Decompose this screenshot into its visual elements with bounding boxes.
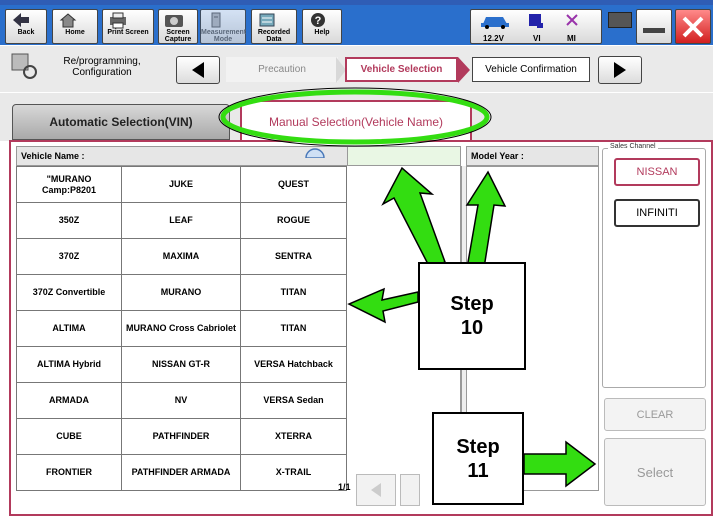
arrow-left-icon [347,287,419,324]
step-11-callout: Step 11 [432,412,524,505]
arrow-up-left-icon [381,166,446,269]
manual-tab-highlight-ellipse [220,89,490,145]
step-10-callout: Step 10 [418,262,526,370]
instruction-overlay [218,87,597,488]
arrow-up-icon [465,170,507,269]
arrow-right-icon [523,440,597,488]
